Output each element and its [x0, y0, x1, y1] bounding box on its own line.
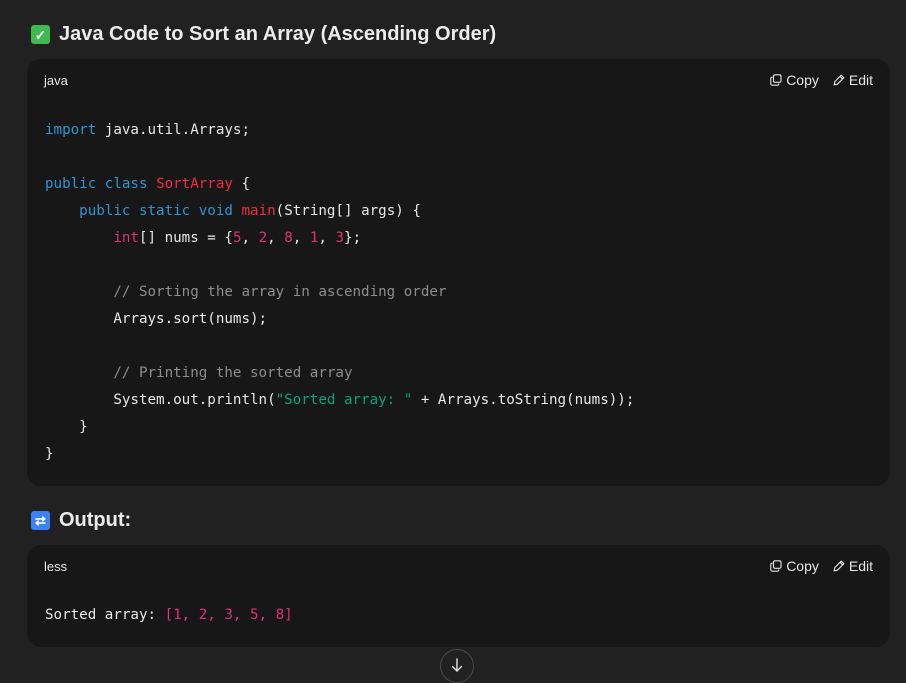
check-mark-icon: ✓	[31, 25, 50, 44]
scroll-to-bottom-button[interactable]	[440, 649, 474, 683]
copy-button[interactable]: Copy	[770, 558, 819, 574]
code-token: Sorted array:	[45, 607, 165, 623]
code-language-label: less	[44, 559, 68, 574]
pencil-icon	[833, 74, 845, 86]
code-line: public static void main(String[] args) {	[45, 203, 421, 219]
edit-label: Edit	[848, 558, 873, 574]
code-content: import java.util.Arrays; public class So…	[45, 117, 634, 468]
copy-label: Copy	[786, 72, 819, 88]
code-token: public	[45, 176, 97, 192]
code-line: public class SortArray {	[45, 176, 250, 192]
code-line: // Printing the sorted array	[45, 365, 353, 381]
edit-label: Edit	[848, 72, 873, 88]
code-token: ,	[241, 230, 259, 246]
code-token: (String[] args) {	[275, 203, 421, 219]
copy-icon	[770, 560, 782, 572]
arrow-down-icon	[451, 658, 463, 672]
code-line: Arrays.sort(nums);	[45, 311, 267, 327]
code-token: System.out.println(	[45, 392, 276, 408]
code-line: Sorted array: [1, 2, 3, 5, 8]	[45, 607, 293, 623]
code-token: };	[344, 230, 362, 246]
section-heading-code: ✓ Java Code to Sort an Array (Ascending …	[31, 23, 496, 46]
code-token: 3	[335, 230, 345, 246]
code-line: System.out.println("Sorted array: " + Ar…	[45, 392, 634, 408]
code-line: }	[45, 419, 88, 435]
code-block-output: less Copy Edit Sorted array: [1, 2, 3, 5…	[27, 545, 890, 647]
code-line: import java.util.Arrays;	[45, 122, 250, 138]
code-token: 8	[284, 230, 293, 246]
code-token: [1, 2, 3, 5, 8]	[164, 607, 293, 623]
code-token: + Arrays.toString(nums));	[412, 392, 635, 408]
code-line: // Sorting the array in ascending order	[45, 284, 446, 300]
code-token: // Sorting the array in ascending order	[113, 284, 447, 300]
code-token: }	[45, 446, 54, 462]
copy-icon	[770, 74, 782, 86]
code-token: ,	[292, 230, 310, 246]
code-token: ,	[267, 230, 285, 246]
code-actions: Copy Edit	[770, 558, 873, 574]
code-token: [] nums = {	[138, 230, 233, 246]
code-line: }	[45, 446, 54, 462]
code-language-label: java	[44, 73, 68, 88]
code-token: }	[45, 419, 88, 435]
section-title: Java Code to Sort an Array (Ascending Or…	[59, 23, 497, 45]
code-token: import	[45, 122, 97, 138]
code-token: main	[241, 203, 276, 219]
code-token: class	[104, 176, 148, 192]
code-token: "Sorted array: "	[275, 392, 413, 408]
edit-button[interactable]: Edit	[833, 72, 873, 88]
pencil-icon	[833, 560, 845, 572]
code-token: {	[232, 176, 251, 192]
copy-label: Copy	[786, 558, 819, 574]
code-token: Arrays.sort(nums);	[45, 311, 268, 327]
edit-button[interactable]: Edit	[833, 558, 873, 574]
code-token: java.util.Arrays;	[96, 122, 250, 138]
code-actions: Copy Edit	[770, 72, 873, 88]
code-token: // Printing the sorted array	[113, 365, 353, 381]
code-token: static	[138, 203, 191, 219]
code-line: int[] nums = {5, 2, 8, 1, 3};	[45, 230, 361, 246]
code-block-java: java Copy Edit import java.util.Arrays; …	[27, 59, 890, 486]
code-token: 2	[258, 230, 268, 246]
code-content: Sorted array: [1, 2, 3, 5, 8]	[45, 602, 293, 629]
repeat-icon: ⇄	[31, 511, 50, 530]
code-token: public	[79, 203, 131, 219]
code-token: SortArray	[156, 176, 233, 192]
section-title: Output:	[59, 509, 132, 531]
code-token: void	[198, 203, 233, 219]
code-token: int	[113, 230, 139, 246]
code-token: ,	[318, 230, 336, 246]
section-heading-output: ⇄ Output:	[31, 509, 131, 532]
copy-button[interactable]: Copy	[770, 72, 819, 88]
